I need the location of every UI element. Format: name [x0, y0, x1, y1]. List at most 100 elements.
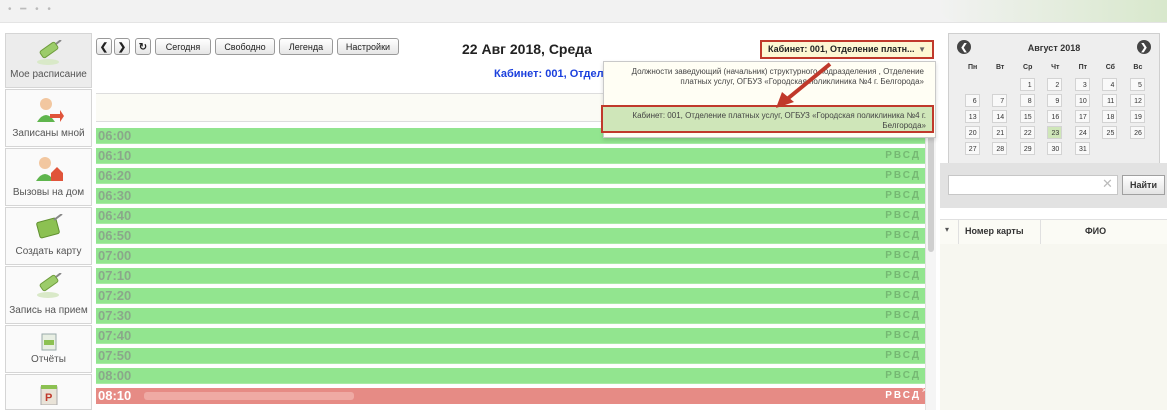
- slot-flags: РВСД: [885, 250, 921, 261]
- nav-create-card[interactable]: Создать карту: [5, 207, 92, 265]
- calendar-next-button[interactable]: ❯: [1137, 40, 1151, 54]
- calendar-day[interactable]: 27: [964, 142, 980, 155]
- calendar-day[interactable]: 1: [1019, 78, 1035, 91]
- time-slot[interactable]: 06:20 РВСД: [96, 168, 926, 184]
- nav-reports[interactable]: Отчёты: [5, 325, 92, 373]
- slot-flags: РВСД: [885, 210, 921, 221]
- calendar-day[interactable]: 10: [1074, 94, 1090, 107]
- time-slot-booked[interactable]: 08:10РВСД×: [96, 385, 927, 404]
- calendar-day[interactable]: 20: [964, 126, 980, 139]
- scrollbar-thumb[interactable]: [928, 132, 934, 252]
- calendar-day[interactable]: 13: [964, 110, 980, 123]
- today-button[interactable]: Сегодня: [155, 38, 211, 55]
- slot-time: 07:10: [98, 268, 132, 283]
- nav-appointment[interactable]: Запись на прием: [5, 266, 92, 324]
- time-slot[interactable]: 07:20 РВСД: [96, 288, 926, 304]
- time-slot[interactable]: 06:10 РВСД: [96, 148, 926, 164]
- time-slot[interactable]: 06:30 РВСД: [96, 188, 926, 204]
- schedule-scrollbar[interactable]: [925, 128, 936, 410]
- annotation-arrow-icon: [776, 62, 832, 108]
- refresh-button[interactable]: ↻: [135, 38, 151, 55]
- nav-more[interactable]: P: [5, 374, 92, 410]
- header-decoration: [937, 0, 1167, 22]
- calendar-day[interactable]: 23: [1047, 126, 1063, 139]
- calendar-day[interactable]: 19: [1129, 110, 1145, 123]
- slot-time: 06:50: [98, 228, 132, 243]
- calendar-day[interactable]: 18: [1102, 110, 1118, 123]
- calendar-day[interactable]: 16: [1047, 110, 1063, 123]
- column-divider: [958, 220, 959, 244]
- time-slot[interactable]: 06:50 РВСД: [96, 228, 926, 244]
- calendar-day[interactable]: 4: [1102, 78, 1118, 91]
- time-slot[interactable]: 07:50 РВСД: [96, 348, 926, 364]
- calendar-day[interactable]: 17: [1074, 110, 1090, 123]
- nav-label: Создать карту: [15, 246, 82, 257]
- free-button[interactable]: Свободно: [215, 38, 275, 55]
- time-slot[interactable]: 07:00 РВСД: [96, 248, 926, 264]
- nav-booked-by-me[interactable]: Записаны мной: [5, 89, 92, 147]
- calendar-day[interactable]: 14: [992, 110, 1008, 123]
- weekday-label: Чт: [1051, 64, 1060, 71]
- calendar-day[interactable]: 25: [1102, 126, 1118, 139]
- column-card-number[interactable]: Номер карты: [965, 226, 1024, 236]
- weekday-label: Пн: [967, 64, 978, 71]
- patients-table-body: [940, 244, 1167, 410]
- nav-label: Запись на прием: [9, 305, 88, 316]
- nav-label: Отчёты: [31, 354, 66, 365]
- column-full-name[interactable]: ФИО: [1085, 226, 1106, 236]
- calendar-day[interactable]: 21: [992, 126, 1008, 139]
- calendar-day[interactable]: 24: [1074, 126, 1090, 139]
- time-slot[interactable]: 06:40 РВСД: [96, 208, 926, 224]
- calendar-day[interactable]: 2: [1047, 78, 1063, 91]
- weekday-label: Вт: [995, 64, 1005, 71]
- room-select[interactable]: Кабинет: 001, Отделение платн... ▼: [760, 40, 934, 59]
- room-dropdown: Должности заведующий (начальник) структу…: [601, 61, 936, 138]
- calendar-day[interactable]: 28: [992, 142, 1008, 155]
- person-house-icon: [35, 157, 63, 181]
- expand-icon[interactable]: ▾: [945, 225, 949, 234]
- time-slot[interactable]: 08:00 РВСД: [96, 368, 926, 384]
- dropdown-option-selected[interactable]: Кабинет: 001, Отделение платных услуг, О…: [601, 105, 934, 133]
- nav-home-calls[interactable]: Вызовы на дом: [5, 148, 92, 206]
- search-button[interactable]: Найти: [1122, 175, 1165, 195]
- calendar-day[interactable]: 9: [1047, 94, 1063, 107]
- prev-button[interactable]: ❮: [96, 38, 112, 55]
- slot-flags: РВСД: [885, 310, 921, 321]
- legend-button[interactable]: Легенда: [279, 38, 333, 55]
- calendar-day[interactable]: 31: [1074, 142, 1090, 155]
- calendar-day[interactable]: 26: [1129, 126, 1145, 139]
- calendar-day[interactable]: 6: [964, 94, 980, 107]
- dropdown-option[interactable]: Должности заведующий (начальник) структу…: [618, 67, 924, 87]
- settings-button[interactable]: Настройки: [337, 38, 399, 55]
- slot-flags: РВСД: [885, 170, 921, 181]
- next-button[interactable]: ❯: [114, 38, 130, 55]
- calendar-day[interactable]: 11: [1102, 94, 1118, 107]
- column-divider: [1040, 220, 1041, 244]
- time-slot[interactable]: 07:40 РВСД: [96, 328, 926, 344]
- calendar-prev-button[interactable]: ❮: [957, 40, 971, 54]
- slot-flags: РВСД: [885, 330, 921, 341]
- redacted-patient-name: [144, 392, 354, 400]
- slot-time: 06:40: [98, 208, 132, 223]
- time-slot[interactable]: 07:10 РВСД: [96, 268, 926, 284]
- slot-flags: РВСД: [885, 190, 921, 201]
- nav-label: Мое расписание: [10, 69, 87, 80]
- top-dots: • ━ • •: [8, 4, 54, 15]
- slot-time: 06:30: [98, 188, 132, 203]
- calendar-day[interactable]: 8: [1019, 94, 1035, 107]
- calendar-day[interactable]: 30: [1047, 142, 1063, 155]
- clear-icon[interactable]: ✕: [1102, 176, 1113, 192]
- calendar-day[interactable]: 7: [992, 94, 1008, 107]
- calendar-day[interactable]: 3: [1074, 78, 1090, 91]
- search-input[interactable]: [948, 175, 1118, 195]
- time-slot[interactable]: 07:30 РВСД: [96, 308, 926, 324]
- nav-label: Вызовы на дом: [12, 187, 85, 198]
- schedule-date: 22 Авг 2018, Среда: [462, 41, 592, 57]
- nav-my-schedule[interactable]: Мое расписание: [5, 33, 92, 88]
- calendar-day[interactable]: 12: [1129, 94, 1145, 107]
- calendar-day[interactable]: 5: [1129, 78, 1145, 91]
- calendar-day[interactable]: 15: [1019, 110, 1035, 123]
- calendar-day[interactable]: 29: [1019, 142, 1035, 155]
- calendar-day[interactable]: 22: [1019, 126, 1035, 139]
- weekday-label: Сб: [1105, 64, 1115, 71]
